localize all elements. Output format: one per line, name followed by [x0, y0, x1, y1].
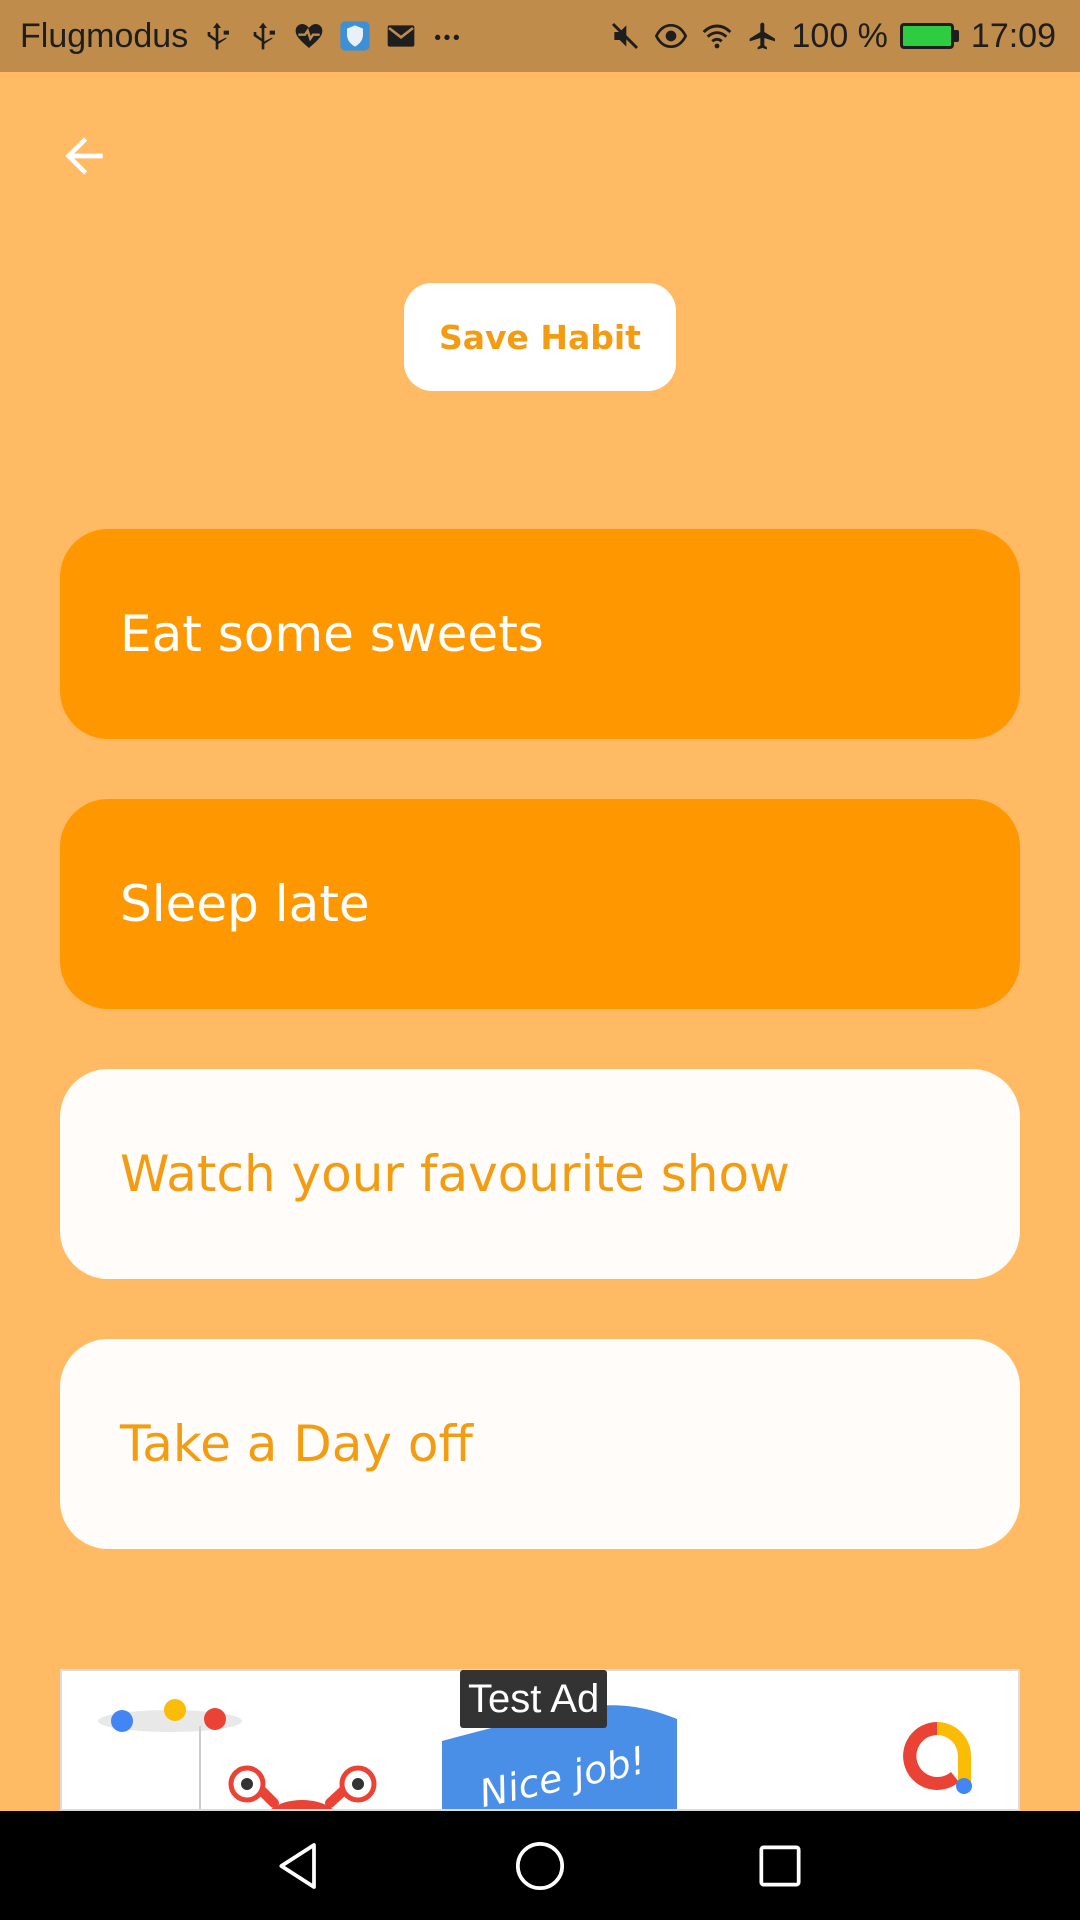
home-circle-icon — [515, 1841, 565, 1890]
habit-label: Watch your favourite show — [120, 1145, 790, 1203]
habit-list: Eat some sweets Sleep late Watch your fa… — [60, 529, 1020, 1609]
battery-icon — [899, 23, 959, 49]
mail-icon — [384, 19, 418, 53]
test-ad-label: Test Ad — [460, 1670, 608, 1728]
arrow-left-icon — [65, 137, 103, 175]
back-button[interactable] — [52, 124, 116, 188]
wifi-icon — [700, 19, 734, 53]
nav-back-button[interactable] — [265, 1831, 335, 1901]
airplane-mode-label: Flugmodus — [20, 16, 189, 55]
recents-square-icon — [759, 1844, 801, 1887]
status-left: Flugmodus — [20, 17, 464, 56]
ad-illustration — [98, 1699, 377, 1809]
battery-percent: 100 % — [791, 16, 888, 55]
save-habit-button[interactable]: Save Habit — [404, 283, 676, 391]
navigation-bar — [0, 1811, 1080, 1920]
habit-label: Take a Day off — [120, 1415, 473, 1473]
status-bar: Flugmodus 100 % 17:09 — [0, 0, 1080, 72]
habit-option-eat-some-sweets[interactable]: Eat some sweets — [60, 529, 1020, 739]
habit-label: Sleep late — [120, 875, 370, 933]
airplane-icon — [746, 19, 780, 53]
shield-icon — [338, 19, 372, 53]
more-icon — [430, 19, 464, 53]
usb-icon — [246, 19, 280, 53]
habit-option-watch-show[interactable]: Watch your favourite show — [60, 1069, 1020, 1279]
status-right: 100 % 17:09 — [608, 16, 1056, 56]
battery-level — [899, 23, 954, 49]
clock: 17:09 — [970, 16, 1056, 55]
heart-rate-icon — [292, 19, 326, 53]
habit-option-sleep-late[interactable]: Sleep late — [60, 799, 1020, 1009]
ads-logo-icon — [903, 1722, 972, 1794]
battery-tip — [953, 30, 959, 42]
nav-recents-button[interactable] — [745, 1831, 815, 1901]
nav-home-button[interactable] — [505, 1831, 575, 1901]
habit-option-day-off[interactable]: Take a Day off — [60, 1339, 1020, 1549]
eye-icon — [654, 19, 688, 53]
mute-icon — [608, 19, 642, 53]
usb-icon — [200, 19, 234, 53]
habit-label: Eat some sweets — [120, 605, 544, 663]
back-triangle-icon — [279, 1842, 316, 1889]
